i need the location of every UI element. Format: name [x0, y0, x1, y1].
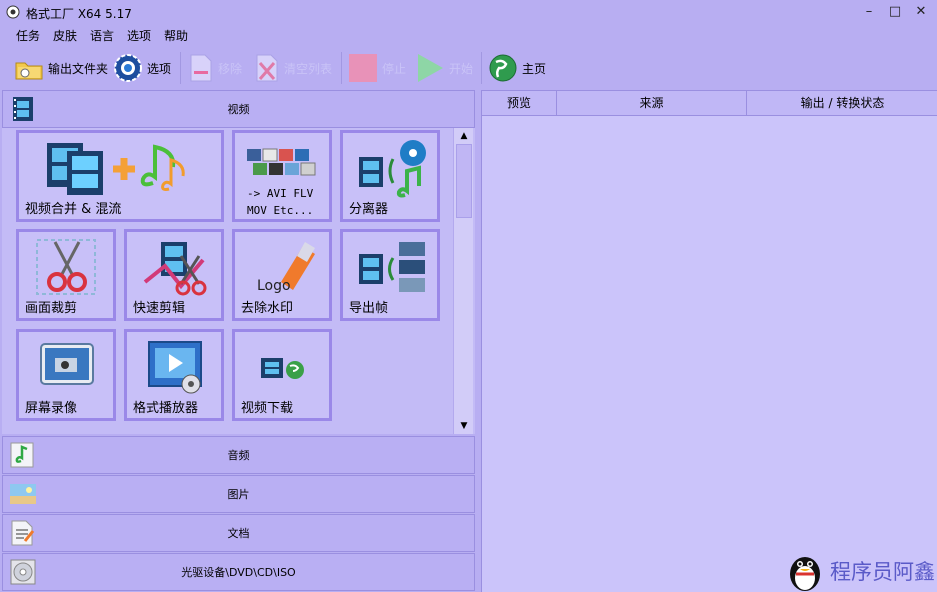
title-bar: 格式工厂 X64 5.17 – □ ✕ [0, 0, 937, 24]
watermark: 程序员阿鑫 [786, 550, 935, 592]
remove-document-icon [190, 54, 212, 82]
remove-label: 移除 [218, 61, 243, 76]
remove-button[interactable]: 移除 [188, 48, 242, 88]
task-list-header: 预览 来源 输出 / 转换状态 [482, 91, 937, 116]
play-icon [418, 54, 443, 82]
tile-quick-cut-label: 快速剪辑 [133, 301, 186, 316]
category-audio[interactable]: 音频 [2, 436, 475, 474]
tools-scrollbar[interactable]: ▲ ▼ [453, 128, 473, 434]
tile-screen-record-label: 屏幕录像 [25, 401, 78, 416]
folder-icon [15, 62, 43, 80]
logo-text: Logo [257, 278, 291, 294]
scissors-crop-icon [36, 239, 96, 295]
maximize-button[interactable]: □ [881, 3, 909, 21]
toolbar-divider [341, 52, 342, 84]
home-button[interactable]: 主页 [488, 48, 546, 88]
options-label: 选项 [147, 61, 172, 76]
tile-splitter[interactable]: 分离器 [340, 130, 440, 222]
stop-label: 停止 [382, 61, 407, 76]
convert-line-1: -> AVI FLV [247, 187, 314, 200]
tile-screen-record[interactable]: 屏幕录像 [16, 329, 116, 421]
eraser-icon: Logo [257, 242, 315, 294]
start-label: 开始 [449, 61, 474, 76]
globe-icon [489, 54, 517, 82]
scroll-up-arrow-icon[interactable]: ▲ [454, 128, 474, 144]
column-output-status[interactable]: 输出 / 转换状态 [747, 91, 937, 115]
film-merge-music-icon [47, 143, 185, 195]
menu-skin[interactable]: 皮肤 [53, 27, 77, 44]
tile-video-convert[interactable]: -> AVI FLV MOV Etc... [232, 130, 332, 222]
menu-language[interactable]: 语言 [90, 27, 114, 44]
disc-drive-icon [10, 559, 36, 585]
tile-video-download-label: 视频下载 [241, 401, 294, 416]
player-icon [148, 341, 202, 394]
audio-note-icon [10, 442, 34, 468]
category-panel: 视频 视频合并 & 混流 -> AVI FLV MOV Etc... 分离器 画… [2, 90, 475, 592]
tile-merge-label: 视频合并 & 混流 [25, 202, 122, 217]
tile-merge-video[interactable]: 视频合并 & 混流 [16, 130, 224, 222]
stop-icon [349, 54, 377, 82]
window-title: 格式工厂 X64 5.17 [26, 7, 132, 21]
menu-help[interactable]: 帮助 [164, 27, 188, 44]
screen-record-icon [40, 343, 94, 385]
video-download-icon [261, 358, 304, 379]
image-landscape-icon [10, 484, 36, 504]
scroll-thumb[interactable] [456, 144, 472, 218]
menu-options[interactable]: 选项 [127, 27, 151, 44]
video-tools-grid: 视频合并 & 混流 -> AVI FLV MOV Etc... 分离器 画面裁剪… [2, 128, 475, 434]
category-document[interactable]: 文档 [2, 514, 475, 552]
close-button[interactable]: ✕ [907, 3, 935, 21]
tile-export-frames-label: 导出帧 [349, 301, 389, 316]
output-folder-button[interactable]: 输出文件夹 [14, 48, 108, 88]
category-video[interactable]: 视频 [2, 90, 475, 128]
toolbar-divider [481, 52, 482, 84]
tile-remove-watermark[interactable]: Logo 去除水印 [232, 229, 332, 321]
category-image-label: 图片 [227, 488, 250, 501]
category-audio-label: 音频 [227, 449, 250, 462]
toolbar-divider [180, 52, 181, 84]
tile-player[interactable]: 格式播放器 [124, 329, 224, 421]
tile-crop-label: 画面裁剪 [25, 301, 78, 316]
clear-list-icon [256, 54, 278, 82]
scroll-down-arrow-icon[interactable]: ▼ [454, 418, 474, 434]
clear-list-button[interactable]: 清空列表 [254, 48, 332, 88]
column-preview[interactable]: 预览 [482, 91, 557, 115]
convert-formats-text: -> AVI FLV MOV Etc... [247, 185, 313, 219]
category-rom-device[interactable]: 光驱设备\DVD\CD\ISO [2, 553, 475, 591]
document-icon [11, 520, 35, 546]
splitter-icon [359, 140, 426, 198]
menu-bar: 任务 皮肤 语言 选项 帮助 [0, 25, 937, 45]
tile-quick-cut[interactable]: 快速剪辑 [124, 229, 224, 321]
menu-task[interactable]: 任务 [16, 27, 40, 44]
quick-cut-icon [143, 242, 207, 296]
output-folder-label: 输出文件夹 [48, 61, 109, 76]
tile-export-frames[interactable]: 导出帧 [340, 229, 440, 321]
clear-list-label: 清空列表 [284, 61, 333, 76]
minimize-button[interactable]: – [855, 3, 883, 21]
tile-splitter-label: 分离器 [349, 202, 389, 217]
tile-crop[interactable]: 画面裁剪 [16, 229, 116, 321]
export-frames-icon [359, 242, 425, 292]
tile-watermark-label: 去除水印 [241, 301, 294, 316]
gear-icon [114, 54, 142, 82]
category-document-label: 文档 [227, 527, 250, 540]
watermark-text: 程序员阿鑫 [830, 560, 935, 584]
column-source[interactable]: 来源 [557, 91, 747, 115]
category-rom-label: 光驱设备\DVD\CD\ISO [181, 566, 296, 579]
film-strip-icon [13, 97, 33, 121]
tile-player-label: 格式播放器 [133, 401, 199, 416]
category-image[interactable]: 图片 [2, 475, 475, 513]
start-button[interactable]: 开始 [415, 48, 473, 88]
format-icons [247, 148, 316, 176]
category-video-label: 视频 [227, 103, 250, 116]
penguin-icon [790, 557, 820, 591]
stop-button[interactable]: 停止 [348, 48, 406, 88]
task-list-panel[interactable]: 预览 来源 输出 / 转换状态 [481, 90, 937, 592]
tile-video-download[interactable]: 视频下载 [232, 329, 332, 421]
options-button[interactable]: 选项 [113, 48, 171, 88]
app-logo-icon [6, 5, 20, 19]
home-label: 主页 [522, 61, 547, 76]
convert-line-2: MOV Etc... [247, 204, 314, 217]
toolbar: 输出文件夹 选项 移除 清空列表 停止 开始 主页 [0, 48, 937, 88]
